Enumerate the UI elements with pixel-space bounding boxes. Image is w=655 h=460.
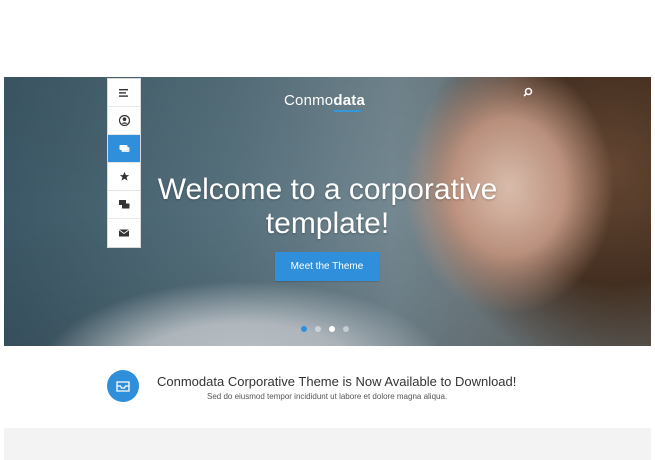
meet-theme-button[interactable]: Meet the Theme [275,252,379,281]
profile-button[interactable] [108,107,140,135]
mail-icon [119,229,129,237]
site-logo[interactable]: Conmodata [284,92,365,109]
user-icon [118,115,130,126]
side-toolbar [107,78,141,248]
favorites-button[interactable] [108,163,140,191]
slider-dot-2[interactable] [315,326,321,332]
slider-dot-4[interactable] [343,326,349,332]
footer-band [4,428,651,460]
mail-button[interactable] [108,219,140,247]
hero-title: Welcome to a corporative template! [4,173,651,241]
hero-title-line2: template! [265,207,390,240]
star-icon [119,171,129,181]
hero-slider: Conmodata Welcome to a corporative templ… [4,77,651,346]
comments-icon [118,199,129,208]
inbox-icon [116,380,130,392]
comments-button[interactable] [108,191,140,219]
slider-dot-1[interactable] [301,326,307,332]
announcement-badge [107,370,139,402]
search-icon [523,87,533,97]
chat-bubble-icon [119,145,129,152]
logo-text-bold: data [333,92,366,109]
announcement-title: Conmodata Corporative Theme is Now Avail… [157,374,517,389]
menu-icon [119,88,128,97]
search-button[interactable] [520,84,536,100]
slider-pagination [301,326,349,332]
chat-button[interactable] [108,135,140,163]
logo-underline [334,110,361,112]
hero-title-line1: Welcome to a corporative [157,173,498,206]
announcement-subtitle: Sed do eiusmod tempor incididunt ut labo… [207,392,448,401]
menu-button[interactable] [108,79,140,107]
logo-text-light: Conmo [284,92,334,109]
slider-dot-3[interactable] [329,326,335,332]
